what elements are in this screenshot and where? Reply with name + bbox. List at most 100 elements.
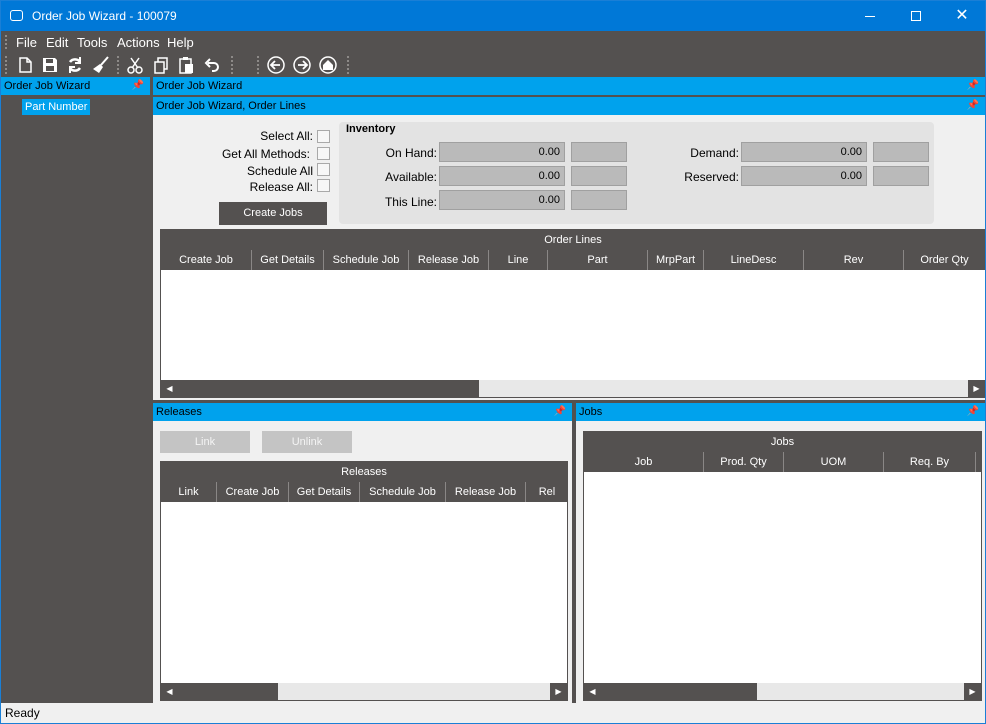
column-job[interactable]: Job <box>584 452 704 472</box>
column-rel[interactable]: Rel <box>526 482 567 502</box>
available-label: Available: <box>385 170 437 184</box>
menu-file[interactable]: File <box>16 35 37 50</box>
status-bar: Ready <box>1 703 985 723</box>
column-req-by[interactable]: Req. By <box>884 452 976 472</box>
column-mrp-part[interactable]: MrpPart <box>648 250 704 270</box>
main-panel-title: Order Job Wizard <box>156 80 243 92</box>
order-lines-horizontal-scrollbar[interactable]: ◀ ▶ <box>161 380 985 397</box>
menu-grip[interactable] <box>5 35 7 49</box>
get-all-methods-checkbox[interactable] <box>317 147 330 160</box>
column-line[interactable]: Line <box>489 250 548 270</box>
refresh-icon <box>68 57 82 73</box>
schedule-all-checkbox[interactable] <box>317 163 330 176</box>
scroll-thumb[interactable] <box>178 380 479 397</box>
scroll-left-icon[interactable]: ◀ <box>161 380 178 397</box>
scroll-thumb[interactable] <box>601 683 757 700</box>
column-release-job[interactable]: Release Job <box>446 482 526 502</box>
column-create-job[interactable]: Create Job <box>217 482 289 502</box>
menu-tools[interactable]: Tools <box>77 35 107 50</box>
save-button[interactable] <box>40 55 60 75</box>
on-hand-uom-field <box>571 142 627 162</box>
column-schedule-job[interactable]: Schedule Job <box>324 250 409 270</box>
cut-button[interactable] <box>125 55 145 75</box>
get-all-methods-label: Get All Methods: <box>221 147 310 161</box>
scroll-left-icon[interactable]: ◀ <box>584 683 601 700</box>
maximize-icon <box>911 11 921 22</box>
order-lines-grid: Order Lines Create Job Get Details Sched… <box>160 229 985 398</box>
pin-icon[interactable]: 📌 <box>132 77 144 95</box>
order-lines-grid-caption: Order Lines <box>161 230 985 250</box>
column-get-details[interactable]: Get Details <box>289 482 360 502</box>
column-rev[interactable]: Rev <box>804 250 904 270</box>
menu-help[interactable]: Help <box>167 35 194 50</box>
create-jobs-button[interactable]: Create Jobs <box>219 202 327 225</box>
column-schedule-job[interactable]: Schedule Job <box>360 482 446 502</box>
new-button[interactable] <box>15 55 35 75</box>
menu-edit[interactable]: Edit <box>46 35 68 50</box>
column-create-job[interactable]: Create Job <box>161 250 252 270</box>
maximize-button[interactable] <box>893 1 939 31</box>
order-lines-area: Select All: Get All Methods: Schedule Al… <box>153 115 985 400</box>
pin-icon[interactable]: 📌 <box>967 403 979 421</box>
releases-horizontal-scrollbar[interactable]: ◀ ▶ <box>161 683 567 700</box>
menu-actions[interactable]: Actions <box>117 35 160 50</box>
undo-icon <box>204 58 219 72</box>
release-all-checkbox[interactable] <box>317 179 330 192</box>
link-button[interactable]: Link <box>160 431 250 453</box>
copy-button[interactable] <box>151 55 171 75</box>
refresh-button[interactable] <box>65 55 85 75</box>
undo-button[interactable] <box>202 55 222 75</box>
close-button[interactable]: ✕ <box>939 1 985 31</box>
unlink-button[interactable]: Unlink <box>262 431 352 453</box>
reserved-label: Reserved: <box>684 170 739 184</box>
scroll-thumb[interactable] <box>178 683 278 700</box>
column-get-details[interactable]: Get Details <box>252 250 324 270</box>
scroll-right-icon[interactable]: ▶ <box>550 683 567 700</box>
inventory-title: Inventory <box>346 123 396 135</box>
column-line-desc[interactable]: LineDesc <box>704 250 804 270</box>
this-line-field: 0.00 <box>439 190 565 210</box>
toolbar-separator <box>231 56 233 74</box>
toolbar-separator <box>347 56 349 74</box>
pin-icon[interactable]: 📌 <box>967 97 979 115</box>
scroll-left-icon[interactable]: ◀ <box>161 683 178 700</box>
status-text: Ready <box>5 706 40 720</box>
tree-item-part-number[interactable]: Part Number <box>22 99 91 115</box>
column-link[interactable]: Link <box>161 482 217 502</box>
main-window: Order Job Wizard - 100079 ✕ File Edit To… <box>0 0 986 724</box>
demand-uom-field <box>873 142 929 162</box>
on-hand-field: 0.00 <box>439 142 565 162</box>
toolbar-grip[interactable] <box>5 56 7 74</box>
navigation-panel: Order Job Wizard 📌 Part Number <box>1 77 150 703</box>
pin-icon[interactable]: 📌 <box>967 77 979 95</box>
release-all-label: Release All: <box>249 180 313 194</box>
paste-button[interactable] <box>176 55 196 75</box>
column-release-job[interactable]: Release Job <box>409 250 489 270</box>
jobs-panel-title: Jobs <box>579 406 603 418</box>
toolbar-separator <box>117 56 119 74</box>
order-lines-grid-header: Create Job Get Details Schedule Job Rele… <box>161 250 985 270</box>
releases-panel-title: Releases <box>156 406 202 418</box>
close-icon: ✕ <box>955 7 969 24</box>
home-icon <box>319 56 337 74</box>
column-uom[interactable]: UOM <box>784 452 884 472</box>
clear-button[interactable] <box>91 55 111 75</box>
forward-button[interactable] <box>292 55 312 75</box>
back-button[interactable] <box>266 55 286 75</box>
on-hand-label: On Hand: <box>385 146 437 160</box>
jobs-horizontal-scrollbar[interactable]: ◀ ▶ <box>584 683 981 700</box>
releases-grid-caption: Releases <box>161 462 567 482</box>
minimize-button[interactable] <box>847 1 893 31</box>
pin-icon[interactable]: 📌 <box>554 403 566 421</box>
column-order-qty[interactable]: Order Qty <box>904 250 985 270</box>
scroll-right-icon[interactable]: ▶ <box>968 380 985 397</box>
home-button[interactable] <box>318 55 338 75</box>
select-all-checkbox[interactable] <box>317 130 330 143</box>
scroll-right-icon[interactable]: ▶ <box>964 683 981 700</box>
order-lines-panel-header: Order Job Wizard, Order Lines 📌 <box>153 97 985 115</box>
back-icon <box>267 56 285 74</box>
inventory-group: Inventory On Hand: 0.00 Available: 0.00 … <box>339 122 934 224</box>
cut-icon <box>127 57 143 74</box>
column-part[interactable]: Part <box>548 250 648 270</box>
column-prod-qty[interactable]: Prod. Qty <box>704 452 784 472</box>
